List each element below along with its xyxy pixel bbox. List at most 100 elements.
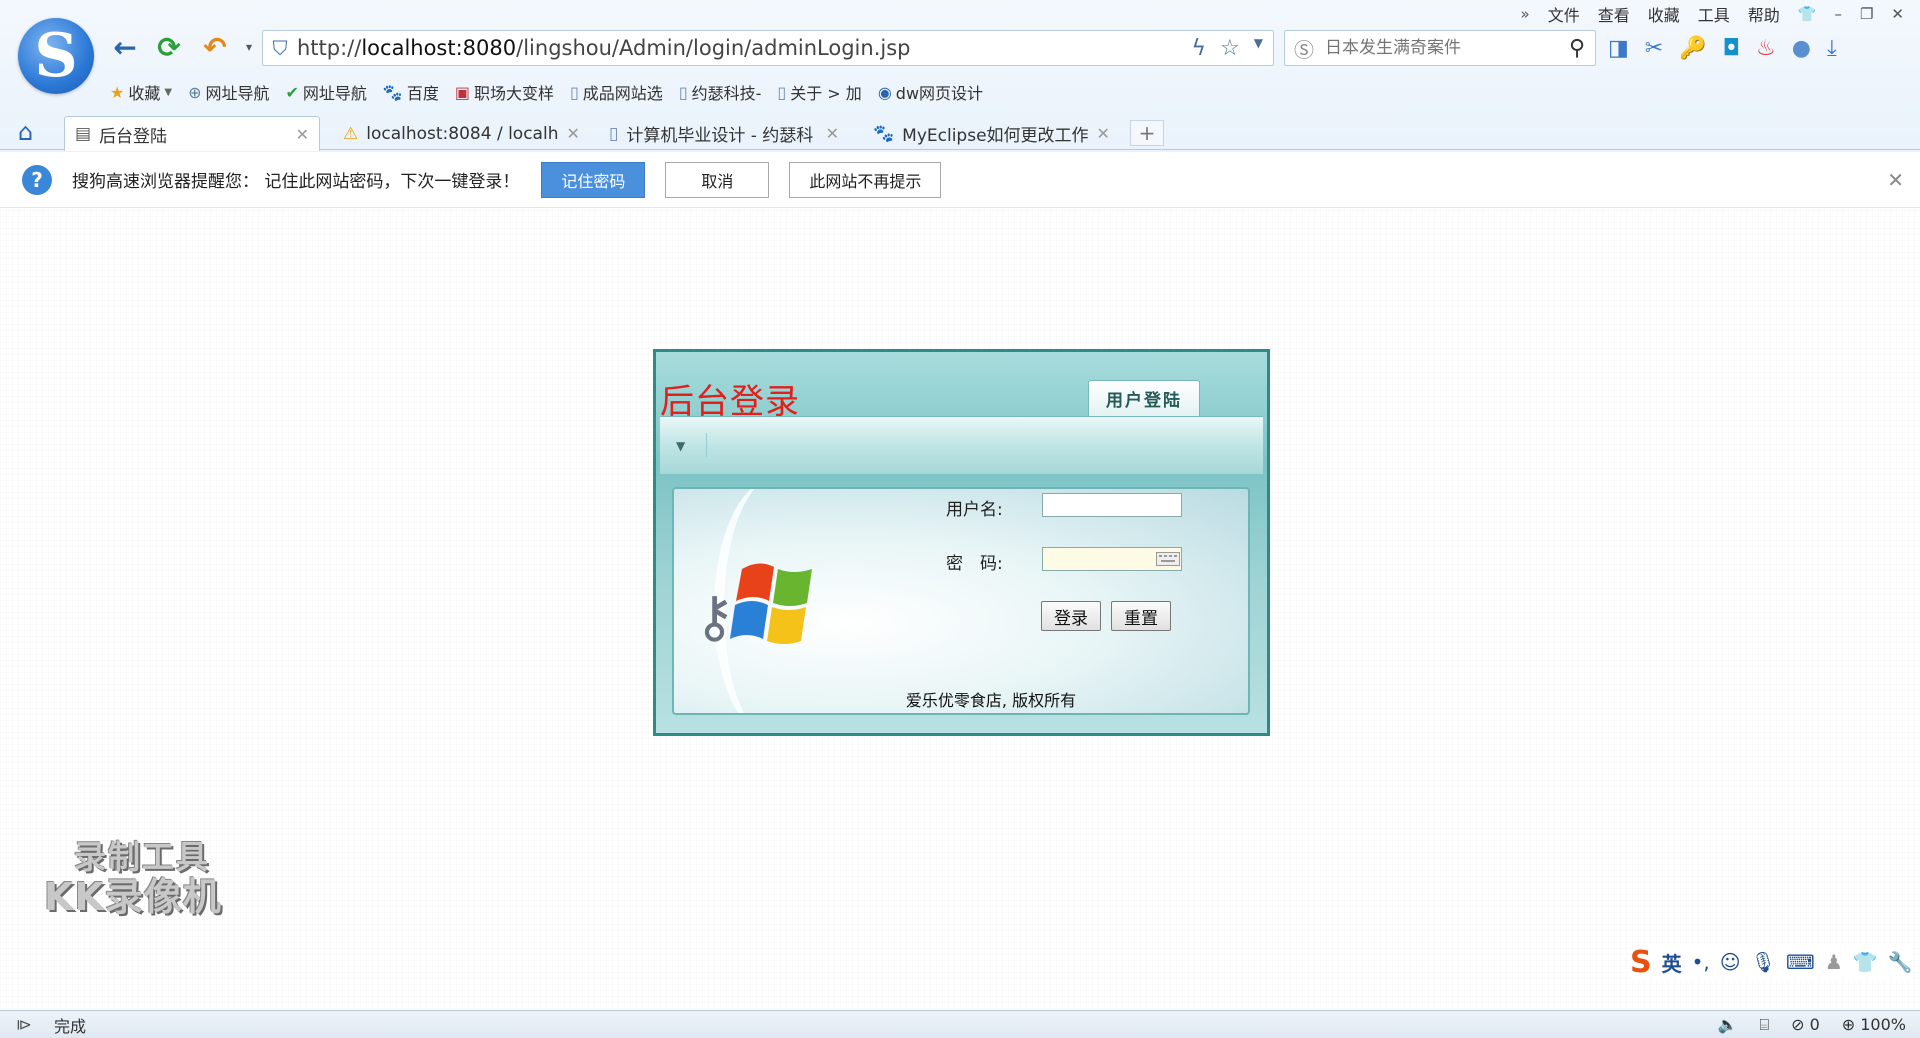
weibo-icon[interactable]: ♨ [1756,36,1776,61]
tab-myeclipse[interactable]: 🐾 MyEclipse如何更改工作 ✕ [862,116,1118,150]
recorder-watermark: 录制工具 KK录像机 [44,838,222,919]
extension-toolbar: ◨ ✂ 🔑 ◘ ♨ ● ⤓ [1608,30,1837,66]
zoom-icon[interactable]: ⊕ 100% [1842,1015,1906,1034]
skin-icon[interactable]: 👕 [1853,950,1878,974]
cancel-button[interactable]: 取消 [665,161,770,198]
refresh-icon[interactable]: ⟳ [152,30,186,64]
skin-icon[interactable]: 👕 [1798,5,1817,23]
remember-password-button[interactable]: 记住密码 [541,161,646,198]
microphone-icon[interactable]: 🎙 [1751,950,1776,974]
hao-icon: ✔ [285,82,299,102]
browser-logo[interactable]: S [18,18,94,94]
bookmark-item[interactable]: ★ 收藏 ▼ [110,80,172,104]
close-icon[interactable]: ✕ [1887,168,1904,192]
home-icon[interactable]: ⌂ [18,118,33,146]
bookmark-item[interactable]: ✔ 网址导航 [285,80,366,104]
username-label: 用户名: [946,500,1003,520]
chevron-down-icon[interactable]: ▼ [676,439,685,453]
bookmark-item[interactable]: ▯ 成品网站选 [570,80,663,104]
restore-icon[interactable]: ❐ [1860,5,1873,23]
cloud-icon[interactable]: ● [1792,36,1811,61]
bookmark-item[interactable]: ⊕ 网址导航 [188,80,269,104]
sogou-search-icon: Ⓢ [1294,37,1314,62]
bookmark-item[interactable]: 🐾 百度 [383,80,439,104]
eye-icon: ◉ [877,82,892,102]
menu-view[interactable]: 查看 [1598,2,1630,26]
baidu-icon: 🐾 [873,123,895,144]
minimize-icon[interactable]: – [1834,5,1842,23]
url-text[interactable]: http://localhost:8080/lingshou/Admin/log… [297,36,1192,60]
password-notice-bar: ? 搜狗高速浏览器提醒您： 记住此网站密码，下次一键登录！ 记住密码 取消 此网… [0,152,1920,208]
ime-toolbar: S 英 •, ☺ 🎙 ⌨ ♟ 👕 🔧 [1630,944,1913,980]
pma-icon: ⚠ [343,123,359,144]
star-icon[interactable]: ☆ [1220,36,1240,61]
bookmark-item[interactable]: ▯ 约瑟科技- [679,80,762,104]
user-icon[interactable]: ♟ [1825,950,1843,974]
keyboard-icon[interactable]: ⌨ [1786,950,1815,974]
status-text: 完成 [54,1016,87,1036]
app-icon: ▣ [454,82,470,102]
copyright-text: 爱乐优零食店, 版权所有 [905,691,1077,710]
new-tab-button[interactable]: + [1130,120,1164,146]
divider [706,433,707,457]
security-icon[interactable]: ◘ [1723,36,1740,61]
bookmark-item[interactable]: ◉ dw网页设计 [878,80,983,104]
sogou-ime-icon[interactable]: S [1630,945,1652,980]
chevron-down-icon[interactable]: ▼ [1254,36,1263,61]
zoom-level: 100% [1860,1015,1906,1034]
login-button[interactable]: 登录 [1041,601,1101,631]
undo-close-icon[interactable]: ↶ [198,30,232,64]
close-tab-icon[interactable]: ✕ [566,124,579,143]
lightning-icon[interactable]: ϟ [1192,36,1207,61]
login-toolbar: ▼ [660,416,1263,474]
menu-file[interactable]: 文件 [1548,2,1580,26]
login-box: 后台登录 用户登陆 ▼ ⚷ 用户名: 密 码: 登录 重置 爱乐优零食店, 版权… [653,349,1270,736]
page-icon: ▯ [569,82,579,102]
username-input[interactable] [1042,493,1182,517]
tab-graduation-design[interactable]: ▯ 计算机毕业设计 - 约瑟科 ✕ [598,116,850,150]
close-tab-icon[interactable]: ✕ [1097,124,1110,143]
more-icon[interactable]: » [1521,5,1530,23]
page-viewport: 后台登录 用户登陆 ▼ ⚷ 用户名: 密 码: 登录 重置 爱乐优零食店, 版权… [0,209,1920,1009]
punctuation-icon[interactable]: •, [1692,950,1710,974]
bookmark-item[interactable]: ▯ 关于 > 加 [777,80,861,104]
shield-icon: ⛉ [272,36,288,60]
ime-language[interactable]: 英 [1662,948,1682,977]
search-input[interactable] [1323,37,1559,59]
settings-icon[interactable]: 🔧 [1888,950,1913,974]
tab-phpmyadmin[interactable]: ⚠ localhost:8084 / localh ✕ [332,116,582,150]
reset-button[interactable]: 重置 [1111,601,1171,631]
search-box[interactable]: Ⓢ ⚲ [1284,30,1596,66]
info-bulb-icon: ? [22,164,52,195]
tab-user-login[interactable]: 用户登陆 [1088,380,1200,416]
browser-chrome: S » 文件 查看 收藏 工具 帮助 👕 – ❐ ✕ ← ⟳ ↶ ▾ ⛉ htt… [0,0,1920,208]
keyboard-icon[interactable] [1156,552,1180,566]
menu-favorites[interactable]: 收藏 [1648,2,1680,26]
login-form-panel: ⚷ 用户名: 密 码: 登录 重置 爱乐优零食店, 版权所有 [672,487,1250,715]
close-window-icon[interactable]: ✕ [1891,5,1904,23]
download-icon[interactable]: ⤓ [1827,36,1837,61]
tab-admin-login[interactable]: ▤ 后台登陆 ✕ [64,116,320,151]
tab-strip: ⌂ ▤ 后台登陆 ✕ ⚠ localhost:8084 / localh ✕ ▯… [0,114,1920,151]
screenshot-icon[interactable]: ✂ [1645,36,1663,61]
never-remind-button[interactable]: 此网站不再提示 [789,161,942,198]
ad-block-icon[interactable]: ⊘ 0 [1791,1015,1820,1034]
emoji-icon[interactable]: ☺ [1720,950,1741,974]
tools-icon[interactable]: 🔑 [1679,36,1706,61]
back-icon[interactable]: ← [108,30,142,64]
bookmark-item[interactable]: ▣ 职场大变样 [455,80,554,104]
page-icon: ▯ [678,82,688,102]
address-bar[interactable]: ⛉ http://localhost:8080/lingshou/Admin/l… [262,30,1274,66]
status-bar: ⧐ 完成 🔈 ⌸ ⊘ 0 ⊕ 100% [0,1010,1920,1038]
sidebar-icon[interactable]: ◨ [1608,36,1629,61]
menu-tools[interactable]: 工具 [1698,2,1730,26]
sidebar-toggle-icon[interactable]: ⧐ [16,1015,32,1034]
chevron-down-icon[interactable]: ▾ [232,30,266,64]
close-tab-icon[interactable]: ✕ [826,124,839,143]
search-icon[interactable]: ⚲ [1559,36,1595,61]
volume-icon[interactable]: 🔈 [1718,1015,1738,1034]
menu-help[interactable]: 帮助 [1748,2,1780,26]
close-tab-icon[interactable]: ✕ [296,125,309,144]
page-icon: ▤ [75,124,92,144]
window-icon[interactable]: ⌸ [1759,1015,1769,1035]
